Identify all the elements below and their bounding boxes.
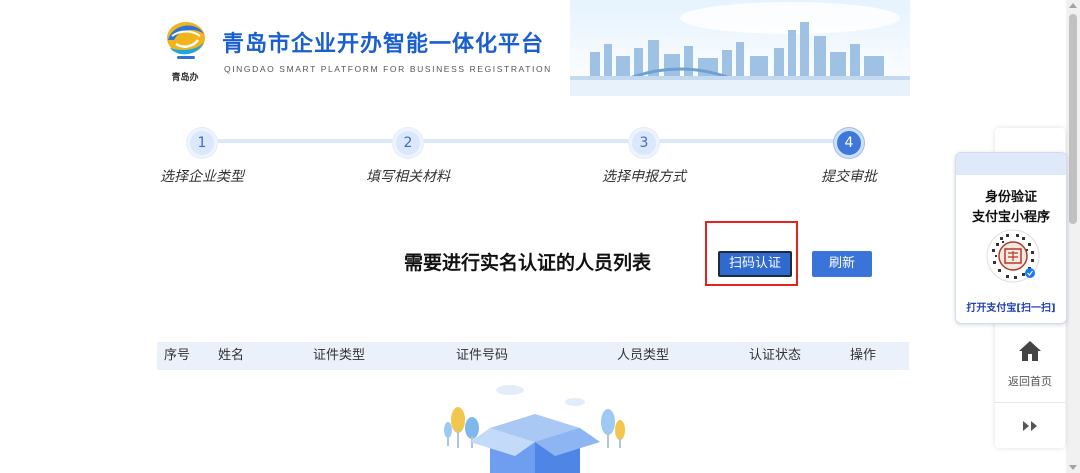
person-table-header: 序号 姓名 证件类型 证件号码 人员类型 认证状态 操作 — [157, 342, 909, 370]
scroll-down-arrow-icon[interactable] — [1069, 465, 1077, 470]
step-label: 提交审批 — [821, 169, 877, 185]
qr-card-caption: 打开支付宝[扫一扫] — [966, 303, 1056, 314]
progress-steps: 1 选择企业类型 2 填写相关材料 3 选择申报方式 4 提交审批 — [150, 124, 910, 186]
step-2: 2 填写相关材料 — [348, 128, 468, 186]
site-title: 青岛市企业开办智能一体化平台 — [222, 32, 545, 57]
scan-verify-button[interactable]: 扫码认证 — [718, 251, 792, 277]
qr-card-line1: 身份验证 — [984, 190, 1037, 205]
column-header-actions: 操作 — [850, 348, 877, 363]
step-number: 1 — [187, 128, 217, 158]
collapse-panel-icon[interactable] — [1021, 419, 1039, 433]
step-number: 4 — [834, 128, 864, 158]
site-header: 青岛办 青岛市企业开办智能一体化平台 QINGDAO SMART PLATFOR… — [150, 0, 910, 100]
scrollbar-thumb[interactable] — [1069, 14, 1077, 224]
person-list-title: 需要进行实名认证的人员列表 — [404, 252, 652, 274]
step-number: 2 — [393, 128, 423, 158]
step-3: 3 选择申报方式 — [584, 128, 704, 186]
alipay-qr-card[interactable]: 身份验证 支付宝小程序 打开支付宝[扫一扫] — [955, 152, 1067, 324]
logo-caption: 青岛办 — [171, 73, 199, 83]
refresh-button[interactable]: 刷新 — [812, 251, 872, 277]
step-label: 填写相关材料 — [366, 169, 450, 185]
column-header-person-type: 人员类型 — [617, 348, 670, 363]
step-label: 选择申报方式 — [602, 169, 686, 185]
step-4: 4 提交审批 — [789, 128, 909, 186]
column-header-name: 姓名 — [218, 348, 245, 363]
qr-card-header-band — [956, 153, 1066, 175]
column-header-status: 认证状态 — [749, 348, 802, 363]
step-number: 3 — [629, 128, 659, 158]
column-header-id-type: 证件类型 — [313, 348, 366, 363]
panel-divider — [995, 402, 1065, 403]
scroll-up-arrow-icon[interactable] — [1069, 3, 1077, 8]
progress-track — [202, 139, 848, 143]
column-header-id-number: 证件号码 — [456, 348, 509, 363]
vertical-scrollbar[interactable] — [1066, 0, 1080, 473]
empty-box-illustration — [444, 385, 625, 473]
back-to-home-link[interactable]: 返回首页 — [995, 373, 1065, 389]
site-subtitle: QINGDAO SMART PLATFORM FOR BUSINESS REGI… — [224, 64, 552, 74]
step-label: 选择企业类型 — [160, 169, 244, 185]
home-icon[interactable] — [1018, 340, 1042, 362]
step-1: 1 选择企业类型 — [142, 128, 262, 186]
qr-card-line2: 支付宝小程序 — [971, 210, 1050, 225]
alipay-mini-program-qr-icon[interactable] — [986, 229, 1040, 283]
city-skyline-banner — [570, 0, 910, 96]
column-header-index: 序号 — [164, 348, 191, 363]
